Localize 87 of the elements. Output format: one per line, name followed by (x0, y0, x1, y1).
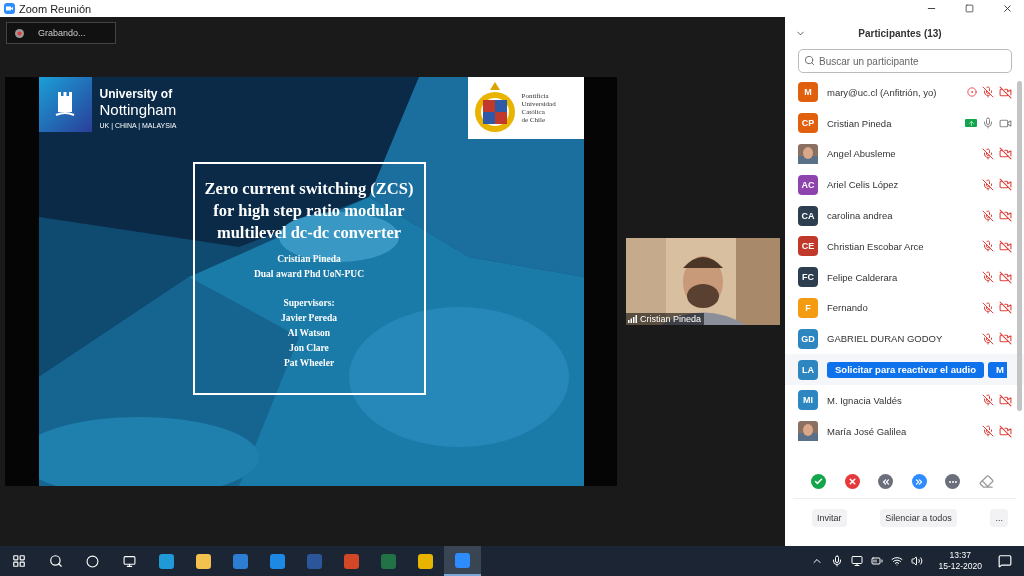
action-button[interactable]: M (988, 361, 1007, 378)
zoom-app-icon[interactable] (444, 546, 481, 576)
avatar: CE (798, 236, 818, 257)
participant-name: Cristian Pineda (640, 314, 702, 324)
avatar: F (798, 297, 818, 318)
clock[interactable]: 13:37 15-12-2020 (938, 550, 982, 572)
crest-icon (472, 82, 517, 134)
slide-text: Cristian Pineda (277, 253, 341, 266)
scrollbar[interactable] (1017, 81, 1022, 411)
participant-name: Felipe Calderara (827, 271, 899, 283)
avatar: FC (798, 267, 818, 288)
display-icon[interactable] (850, 555, 863, 567)
participant-name: Christian Escobar Arce (827, 240, 925, 252)
participant-row[interactable]: LA Solicitar para reactivar el audio M (785, 354, 1024, 385)
more-icon[interactable] (945, 474, 961, 489)
action-button[interactable]: Solicitar para reactivar el audio (827, 361, 984, 378)
slide-heading: Supervisors: (283, 297, 335, 310)
slide-title: Zero current switching (ZCS) for high step ratio modular multilevel dc-dc converter (203, 178, 415, 244)
participant-name: Angel Abusleme (827, 148, 897, 160)
slide-text: Javier Pereda (281, 312, 337, 325)
search-field[interactable]: Buscar un participante (798, 49, 1012, 73)
panel-title: Participantes (13) (857, 27, 943, 39)
avatar: CA (798, 205, 818, 226)
search-icon (804, 55, 815, 66)
castle-icon (38, 77, 92, 132)
zoom-logo-icon (4, 3, 15, 14)
video-off-icon[interactable] (999, 332, 1012, 346)
avatar: LA (798, 359, 818, 380)
video-off-icon[interactable] (999, 301, 1012, 315)
maximize-icon[interactable] (964, 4, 974, 13)
close-icon[interactable] (1001, 3, 1013, 14)
video-off-icon[interactable] (999, 178, 1012, 192)
video-off-icon[interactable] (999, 393, 1012, 407)
mic-muted-icon[interactable] (982, 86, 994, 99)
panel-button[interactable]: Silenciar a todos (880, 509, 957, 527)
mic-muted-icon[interactable] (982, 425, 994, 438)
participant-name: Ariel Celis López (827, 179, 900, 191)
eraser-icon[interactable] (978, 474, 994, 489)
avatar-photo (798, 421, 818, 442)
video-off-icon[interactable] (999, 270, 1012, 284)
participant-name: María José Galilea (827, 425, 908, 437)
slide-text: Al Watson (287, 327, 331, 340)
avatar: AC (798, 174, 818, 195)
avatar-photo (798, 144, 818, 164)
avatar: GD (798, 328, 818, 349)
mic-icon[interactable] (830, 555, 843, 567)
mic-muted-icon[interactable] (982, 332, 994, 345)
mic-muted-icon[interactable] (982, 394, 994, 407)
participant-name: Cristian Pineda (827, 117, 893, 129)
mic-muted-icon[interactable] (982, 178, 994, 191)
avatar: MI (798, 390, 818, 411)
participant-name: mary@uc.cl (Anfitrión, yo) (827, 86, 938, 98)
yes-icon[interactable] (811, 474, 826, 489)
participant-name: carolina andrea (827, 210, 894, 222)
video-off-icon[interactable] (999, 424, 1012, 438)
recording-button[interactable]: Grabando... (6, 22, 116, 44)
mic-muted-icon[interactable] (982, 240, 994, 253)
video-off-icon[interactable] (999, 209, 1012, 223)
battery-icon[interactable] (870, 555, 883, 567)
mic-muted-icon[interactable] (982, 148, 994, 160)
panel-button[interactable]: Invitar (812, 509, 847, 527)
no-icon[interactable] (844, 474, 860, 489)
slide-text: Jon Clare (289, 342, 329, 355)
video-off-icon[interactable] (999, 147, 1012, 161)
avatar: M (798, 82, 818, 103)
video-off-icon[interactable] (999, 85, 1012, 99)
faster-icon[interactable] (911, 474, 927, 489)
record-icon (15, 28, 24, 38)
logo-text: Nottingham (99, 101, 177, 118)
volume-icon[interactable] (910, 555, 923, 567)
notifications-icon[interactable] (998, 554, 1012, 568)
signal-icon (628, 315, 637, 323)
video-off-icon[interactable] (999, 239, 1012, 253)
wifi-icon[interactable] (890, 555, 903, 567)
participant-name: M. Ignacia Valdés (827, 394, 903, 406)
participant-name: Fernando (827, 302, 869, 314)
mic-muted-icon[interactable] (982, 271, 994, 284)
slide-text: Pat Wheeler (283, 357, 335, 370)
window-title: Zoom Reunión (19, 2, 93, 15)
participant-name: GABRIEL DURAN GODOY (827, 333, 944, 345)
avatar: CP (798, 113, 818, 134)
mic-muted-icon[interactable] (982, 209, 994, 222)
slower-icon[interactable] (878, 474, 894, 489)
mic-muted-icon[interactable] (982, 301, 994, 314)
slide-text: Dual award Phd UoN-PUC (253, 268, 365, 281)
logo-text: University of (99, 88, 174, 101)
panel-button[interactable]: ... (990, 509, 1008, 527)
